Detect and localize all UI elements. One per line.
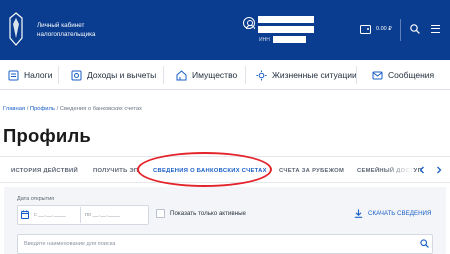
nav-item-messages[interactable]: Сообщения — [372, 60, 434, 90]
nav-label-income: Доходы и вычеты — [87, 70, 157, 80]
only-active-checkbox[interactable] — [156, 209, 165, 218]
search-icon[interactable] — [420, 239, 429, 248]
nav-divider — [58, 66, 59, 84]
nav-item-income[interactable]: Доходы и вычеты — [71, 60, 156, 90]
user-icon[interactable] — [243, 17, 255, 29]
search-input[interactable]: Введите наименование для поиска — [24, 241, 115, 247]
date-to-input[interactable]: по __.__.____ — [85, 212, 120, 218]
property-icon — [176, 69, 187, 80]
menu-icon[interactable] — [431, 25, 440, 33]
messages-icon — [372, 71, 383, 79]
search-icon[interactable] — [410, 24, 420, 34]
nav-label-life-situations: Жизненные ситуации — [272, 70, 357, 80]
tab-get-signature[interactable]: ПОЛУЧИТЬ ЭП — [93, 157, 138, 182]
breadcrumb: Главная / Профиль / Сведения о банковски… — [3, 106, 142, 112]
download-icon[interactable] — [354, 209, 363, 218]
breadcrumb-current: Сведения о банковских счетах — [59, 106, 142, 112]
nav-divider — [245, 66, 246, 84]
chevron-left-icon[interactable] — [417, 165, 427, 175]
download-info-button[interactable]: СКАЧАТЬ СВЕДЕНИЯ — [368, 210, 431, 217]
redacted-user-surname — [258, 26, 314, 33]
nav-divider — [163, 66, 164, 84]
profile-tabs: ИСТОРИЯ ДЕЙСТВИЙ ПОЛУЧИТЬ ЭП СВЕДЕНИЯ О … — [0, 156, 450, 183]
redacted-user-name — [258, 16, 314, 23]
date-opened-label: Дата открытия — [17, 196, 55, 202]
income-icon — [71, 70, 82, 80]
app-header: Личный кабинет налогоплательщика ИНН 0.0… — [0, 0, 450, 60]
nav-item-life-situations[interactable]: Жизненные ситуации — [256, 60, 357, 90]
cabinet-title-line2: налогоплательщика — [37, 31, 96, 38]
page-title: Профиль — [3, 125, 91, 146]
balance-amount[interactable]: 0.00 ₽ — [376, 26, 392, 32]
cabinet-title[interactable]: Личный кабинет налогоплательщика — [37, 21, 96, 39]
date-range-divider — [80, 207, 81, 223]
breadcrumb-home[interactable]: Главная — [3, 106, 25, 112]
nav-label-property: Имущество — [192, 70, 238, 80]
nav-item-taxes[interactable]: Налоги — [8, 60, 53, 90]
main-nav: Налоги Доходы и вычеты Имущество Жизненн… — [0, 60, 450, 90]
nav-item-property[interactable]: Имущество — [176, 60, 237, 90]
tab-history[interactable]: ИСТОРИЯ ДЕЙСТВИЙ — [11, 157, 78, 182]
tab-foreign-accounts[interactable]: СЧЕТА ЗА РУБЕЖОМ — [279, 157, 344, 182]
cabinet-title-line1: Личный кабинет — [37, 22, 85, 29]
wallet-icon[interactable] — [360, 25, 371, 34]
life-situations-icon — [256, 70, 267, 80]
header-divider — [400, 19, 401, 41]
date-from-input[interactable]: с __.__.____ — [34, 212, 66, 218]
calendar-icon[interactable] — [21, 210, 29, 219]
tabs-fade — [385, 157, 413, 182]
only-active-label[interactable]: Показать только активные — [170, 210, 246, 217]
chevron-right-icon[interactable] — [434, 165, 444, 175]
taxes-icon — [8, 70, 19, 80]
nav-label-messages: Сообщения — [388, 70, 435, 80]
breadcrumb-profile[interactable]: Профиль — [30, 106, 55, 112]
fns-logo-icon[interactable] — [9, 12, 23, 46]
tab-bank-accounts[interactable]: СВЕДЕНИЯ О БАНКОВСКИХ СЧЕТАХ — [153, 157, 267, 182]
nav-divider — [356, 66, 357, 84]
nav-label-taxes: Налоги — [24, 70, 53, 80]
inn-label: ИНН — [259, 37, 270, 43]
redacted-inn — [273, 36, 306, 43]
